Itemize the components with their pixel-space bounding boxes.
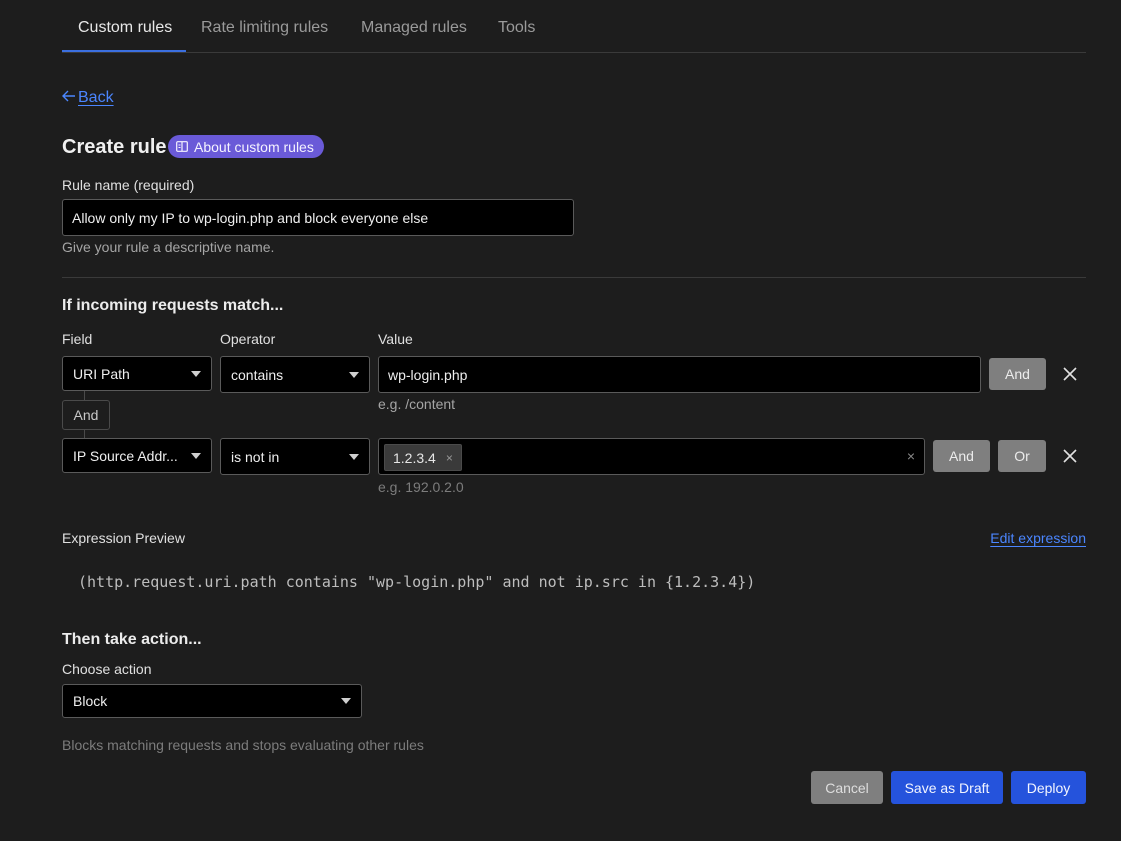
field-column-label: Field — [62, 331, 93, 347]
edit-expression-link[interactable]: Edit expression — [990, 530, 1086, 546]
operator-select-2[interactable]: is not in — [220, 438, 370, 475]
close-icon[interactable] — [1060, 446, 1080, 466]
back-label: Back — [78, 89, 114, 106]
cancel-button[interactable]: Cancel — [811, 771, 883, 804]
chevron-down-icon — [191, 452, 201, 459]
or-button-2[interactable]: Or — [998, 440, 1046, 472]
chevron-down-icon — [341, 698, 351, 704]
choose-action-label: Choose action — [62, 661, 152, 677]
tab-rate-limiting-rules[interactable]: Rate limiting rules — [201, 19, 328, 37]
arrow-left-icon — [62, 89, 76, 107]
section-divider — [62, 277, 1086, 278]
page-title: Create rule — [62, 136, 167, 158]
action-heading: Then take action... — [62, 631, 202, 648]
match-heading: If incoming requests match... — [62, 297, 284, 314]
operator-select-value: contains — [231, 366, 284, 383]
chip-remove-icon[interactable]: × — [446, 451, 453, 465]
expression-preview-text: (http.request.uri.path contains "wp-logi… — [78, 573, 756, 591]
value-column-label: Value — [378, 331, 413, 347]
expression-preview-label: Expression Preview — [62, 530, 185, 546]
and-button-1[interactable]: And — [989, 358, 1046, 390]
ip-chip: 1.2.3.4 × — [384, 444, 462, 471]
operator-column-label: Operator — [220, 331, 276, 347]
rule-name-label: Rule name (required) — [62, 177, 195, 193]
field-select-1[interactable]: URI Path — [62, 356, 212, 391]
value-multi-input-2[interactable]: 1.2.3.4 × × — [378, 438, 925, 475]
action-help: Blocks matching requests and stops evalu… — [62, 737, 424, 753]
deploy-button[interactable]: Deploy — [1011, 771, 1086, 804]
rule-name-help: Give your rule a descriptive name. — [62, 239, 275, 255]
rule-name-input[interactable]: Allow only my IP to wp-login.php and blo… — [62, 199, 574, 236]
field-select-value: URI Path — [73, 365, 130, 382]
action-select-value: Block — [73, 693, 108, 709]
ip-chip-label: 1.2.3.4 — [393, 449, 436, 466]
chevron-down-icon — [349, 453, 359, 460]
chevron-down-icon — [349, 371, 359, 378]
operator-select-1[interactable]: contains — [220, 356, 370, 393]
active-tab-indicator — [62, 50, 186, 52]
field-select-2[interactable]: IP Source Addr... — [62, 438, 212, 473]
and-connector: And — [62, 400, 110, 430]
and-button-2[interactable]: And — [933, 440, 990, 472]
book-icon — [176, 139, 188, 155]
about-link-label: About custom rules — [194, 138, 314, 155]
tab-bar: Custom rules Rate limiting rules Managed… — [62, 0, 1086, 53]
value-input-1[interactable]: wp-login.php — [378, 356, 981, 393]
chevron-down-icon — [191, 370, 201, 377]
tab-managed-rules[interactable]: Managed rules — [361, 19, 467, 37]
close-icon[interactable] — [1060, 364, 1080, 384]
field-select-value: IP Source Addr... — [73, 447, 178, 464]
value-help-2: e.g. 192.0.2.0 — [378, 479, 464, 495]
back-link[interactable]: Back — [62, 89, 114, 107]
operator-select-value: is not in — [231, 448, 280, 465]
about-custom-rules-link[interactable]: About custom rules — [168, 135, 324, 158]
save-as-draft-button[interactable]: Save as Draft — [891, 771, 1003, 804]
tab-custom-rules[interactable]: Custom rules — [78, 19, 172, 37]
value-help-1: e.g. /content — [378, 396, 456, 412]
clear-icon[interactable]: × — [907, 448, 915, 464]
action-select[interactable]: Block — [62, 684, 362, 718]
tab-tools[interactable]: Tools — [498, 19, 535, 37]
